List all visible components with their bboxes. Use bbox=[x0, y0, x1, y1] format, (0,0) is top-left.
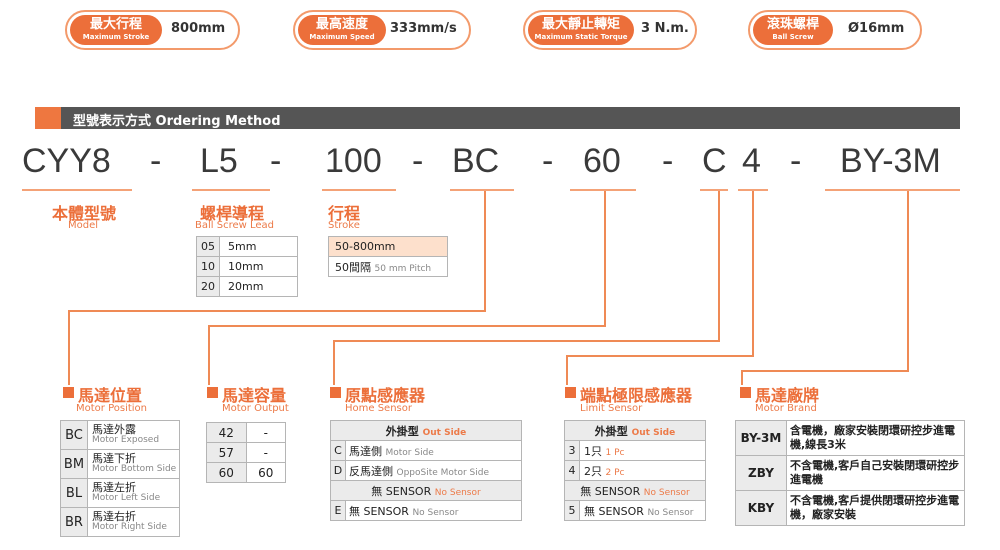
code-dash: - bbox=[542, 142, 554, 180]
code-dash: - bbox=[412, 142, 424, 180]
code-dash: - bbox=[150, 142, 162, 180]
brand-table: BY-3M 含電機，廠家安裝閉環研控步進電機,線長3米 ZBY 不含電機,客戶自… bbox=[735, 420, 965, 526]
code-brand: BY-3M bbox=[840, 142, 941, 180]
stroke-label-en: Stroke bbox=[328, 220, 360, 231]
ordering-method-title: 型號表示方式 Ordering Method bbox=[73, 114, 281, 129]
code-dash: - bbox=[270, 142, 282, 180]
lead-label-en: Ball Screw Lead bbox=[195, 220, 274, 231]
stroke-table: 50-800mm 50間隔 50 mm Pitch bbox=[328, 236, 448, 277]
code-model: CYY8 bbox=[22, 142, 111, 180]
limit-table: 外掛型 Out Side 3 1只 1 Pc 4 2只 2 Pc 無 SENSOR … bbox=[564, 420, 706, 521]
lead-table: 05 5mm 10 10mm 20 20mm bbox=[196, 236, 298, 297]
brand-label-en: Motor Brand bbox=[755, 403, 817, 414]
spec-max-stroke: 最大行程 Maximum Stroke 800mm bbox=[65, 10, 240, 50]
ordering-method-bar: 型號表示方式 Ordering Method bbox=[35, 107, 960, 129]
code-home: C bbox=[702, 142, 727, 180]
home-label-en: Home Sensor bbox=[345, 403, 412, 414]
limit-label-en: Limit Sensor bbox=[580, 403, 643, 414]
output-label-en: Motor Output bbox=[222, 403, 289, 414]
position-table: BC 馬達外露 Motor Exposed BM 馬達下折 Motor Bottom… bbox=[60, 420, 180, 537]
spec-max-speed: 最高速度 Maximum Speed 333mm/s bbox=[293, 10, 471, 50]
code-dash: - bbox=[662, 142, 674, 180]
code-dash: - bbox=[790, 142, 802, 180]
position-label-en: Motor Position bbox=[76, 403, 148, 414]
output-table: 42- 57- 60 60 bbox=[206, 422, 286, 483]
code-limit: 4 bbox=[742, 142, 761, 180]
code-position: BC bbox=[452, 142, 500, 180]
bar-accent-square bbox=[35, 107, 61, 129]
code-stroke: 100 bbox=[325, 142, 382, 180]
spec-ball-screw: 滾珠螺桿 Ball Screw Ø16mm bbox=[748, 10, 922, 50]
code-lead: L5 bbox=[200, 142, 238, 180]
home-table: 外掛型 Out Side C 馬達側 Motor Side D 反馬達側 OppoS… bbox=[330, 420, 522, 521]
spec-max-torque: 最大靜止轉矩 Maximum Static Torque 3 N.m. bbox=[523, 10, 697, 50]
code-output: 60 bbox=[583, 142, 621, 180]
model-label-en: Model bbox=[68, 220, 99, 231]
